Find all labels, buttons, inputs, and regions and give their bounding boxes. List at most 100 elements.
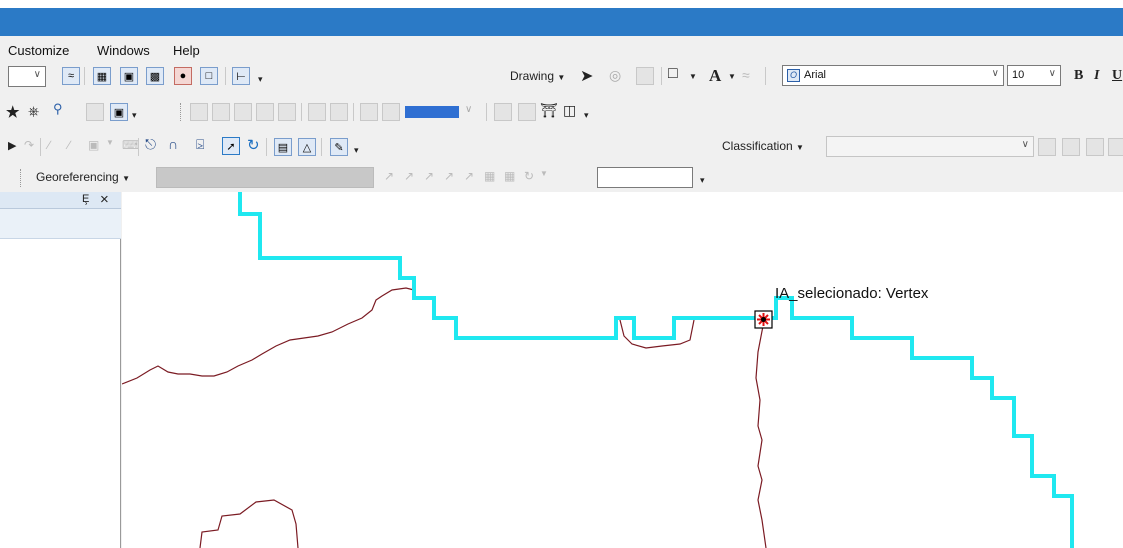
menu-customize[interactable]: Customize <box>8 43 69 58</box>
find-route-icon[interactable]: ⎈ <box>28 103 39 120</box>
classification-layer-combo[interactable]: ∨ <box>826 136 1034 157</box>
shift-georef-icon[interactable]: ↗ <box>404 169 414 183</box>
toolbar-grip[interactable] <box>20 169 23 187</box>
georeferencing-menu-label: Georeferencing <box>36 170 119 184</box>
edit-vertices-icon[interactable]: ≈ <box>742 67 750 83</box>
toolbar-overflow-icon[interactable]: ▾ <box>258 74 263 85</box>
toolbar-overflow-icon[interactable]: ▾ <box>132 110 137 121</box>
boundary-line <box>122 287 415 385</box>
rectangle-icon[interactable]: □ <box>668 65 678 83</box>
rotate-icon[interactable]: ◎ <box>609 67 621 84</box>
zoom-in-icon[interactable] <box>190 103 208 121</box>
classification-menu[interactable]: Classification ▼ <box>722 139 804 153</box>
training-sample-icon[interactable] <box>1108 138 1123 156</box>
map-view[interactable]: IA_selecionado: Vertex <box>122 192 1123 548</box>
font-size-combo[interactable]: 10 ∨ <box>1007 65 1061 86</box>
rotate-tool-icon[interactable]: ↻ <box>247 136 260 154</box>
create-features-icon[interactable]: ✎ <box>330 138 348 156</box>
toolbar-overflow-icon[interactable]: ▾ <box>700 175 705 186</box>
scatterplot-icon[interactable] <box>1086 138 1104 156</box>
hyperlink-icon[interactable]: ▣ <box>110 103 128 121</box>
font-name-combo[interactable]: O Arial ∨ <box>782 65 1004 86</box>
chevron-down-icon[interactable]: ∨ <box>465 104 472 115</box>
menu-windows[interactable]: Windows <box>97 43 150 58</box>
magnifier-icon[interactable]: ◫ <box>563 102 576 119</box>
model-builder-icon[interactable]: ⊢ <box>232 67 250 85</box>
reshape-feature-icon[interactable]: ∩ <box>168 136 178 152</box>
view-link-table-icon[interactable]: ↗ <box>464 169 474 183</box>
color-swatch[interactable] <box>405 106 459 118</box>
font-size-value: 10 <box>1012 69 1025 81</box>
table-icon[interactable]: ▦ <box>93 67 111 85</box>
add-control-points-icon[interactable]: ↗ <box>444 169 454 183</box>
menu-help[interactable]: Help <box>173 43 200 58</box>
measure-icon[interactable] <box>86 103 104 121</box>
vertex-snap-tooltip: IA_selecionado: Vertex <box>775 285 929 302</box>
viewer-icon[interactable]: ▦ <box>504 169 515 183</box>
drawing-menu[interactable]: Drawing ▼ <box>510 69 565 83</box>
edit-vertices-icon[interactable]: ⎋ <box>145 136 156 153</box>
new-text-icon[interactable]: A <box>709 66 721 86</box>
toolbar-separator <box>40 138 41 156</box>
trace-icon[interactable]: ∕ <box>68 138 70 152</box>
straight-segment-icon[interactable]: ∕ <box>48 138 50 152</box>
scale-georef-icon[interactable]: ↗ <box>424 169 434 183</box>
bold-button[interactable]: B <box>1074 68 1083 84</box>
cut-polygons-icon[interactable]: ⌨ <box>122 138 139 152</box>
link-table-icon[interactable]: ▦ <box>484 169 495 183</box>
rotation-angle-input[interactable] <box>597 167 693 188</box>
dropdown-arrow-icon: ▼ <box>557 73 566 82</box>
fixed-zoom-icon[interactable] <box>278 103 296 121</box>
toolbar-grip[interactable] <box>180 103 183 121</box>
data-view-icon[interactable] <box>518 103 536 121</box>
find-icon[interactable]: ★ <box>6 103 19 121</box>
point-icon[interactable]: ▣ <box>88 138 99 152</box>
split-tool-icon[interactable]: ⍄ <box>196 136 204 153</box>
histogram-icon[interactable] <box>1062 138 1080 156</box>
underline-button[interactable]: U <box>1112 68 1122 84</box>
toolbar-overflow-icon[interactable]: ▾ <box>584 110 589 121</box>
toolbox-icon[interactable]: ● <box>174 67 192 85</box>
go-to-xy-icon[interactable]: ⚲ <box>53 101 63 117</box>
full-extent-icon[interactable] <box>256 103 274 121</box>
rotate-georef-icon[interactable]: ↗ <box>384 169 394 183</box>
zoom-whole-page-icon[interactable] <box>636 67 654 85</box>
catalog-icon[interactable]: ▩ <box>146 67 164 85</box>
map-canvas[interactable] <box>122 192 1123 548</box>
zoom-out-icon[interactable] <box>212 103 230 121</box>
attributes-icon[interactable]: ▤ <box>274 138 292 156</box>
italic-button[interactable]: I <box>1094 68 1099 84</box>
sketch-tool-icon[interactable]: ➚ <box>222 137 240 155</box>
georeferencing-menu[interactable]: Georeferencing ▼ <box>36 170 130 184</box>
close-icon[interactable]: × <box>100 191 109 208</box>
toolbar-row-1: ∨ ≈ ▦ ▣ ▩ ● □ ⊢ ▾ Drawing ▼ ➤ ◎ □ ▼ A ▼ … <box>0 62 1123 90</box>
next-extent-icon[interactable] <box>330 103 348 121</box>
pan-icon[interactable] <box>234 103 252 121</box>
classification-menu-label: Classification <box>722 139 793 153</box>
dropdown-arrow-icon[interactable]: ▼ <box>540 169 548 178</box>
dropdown-arrow-icon[interactable]: ▼ <box>728 72 736 81</box>
dropdown-arrow-icon[interactable]: ▼ <box>106 138 114 147</box>
editor-arrow-icon[interactable]: ▶ <box>8 139 16 152</box>
layout-view-icon[interactable] <box>494 103 512 121</box>
toolbar-overflow-icon[interactable]: ▾ <box>354 145 359 156</box>
previous-extent-icon[interactable] <box>308 103 326 121</box>
dropdown-arrow-icon[interactable]: ▼ <box>689 72 697 81</box>
georeferencing-layer-combo[interactable] <box>156 167 374 188</box>
pin-icon[interactable]: Ȩ <box>82 193 89 205</box>
classify-icon[interactable] <box>1038 138 1056 156</box>
edit-tool-icon[interactable]: ↷ <box>24 138 34 152</box>
python-window-icon[interactable]: □ <box>200 67 218 85</box>
select-elements-icon[interactable]: ➤ <box>580 66 593 86</box>
select-features-icon[interactable] <box>360 103 378 121</box>
chart-icon[interactable]: ≈ <box>62 67 80 85</box>
rotate-fixed-icon[interactable]: ↻ <box>524 169 534 183</box>
sketch-properties-icon[interactable]: △ <box>298 138 316 156</box>
identify-icon[interactable]: ⛩ <box>540 102 558 119</box>
clear-selection-icon[interactable] <box>382 103 400 121</box>
font-name-value: Arial <box>804 69 827 81</box>
add-data-icon[interactable]: ▣ <box>120 67 138 85</box>
scale-combo[interactable]: ∨ <box>8 66 46 87</box>
panel-toolbar <box>0 209 121 239</box>
toolbar-separator <box>661 67 662 85</box>
